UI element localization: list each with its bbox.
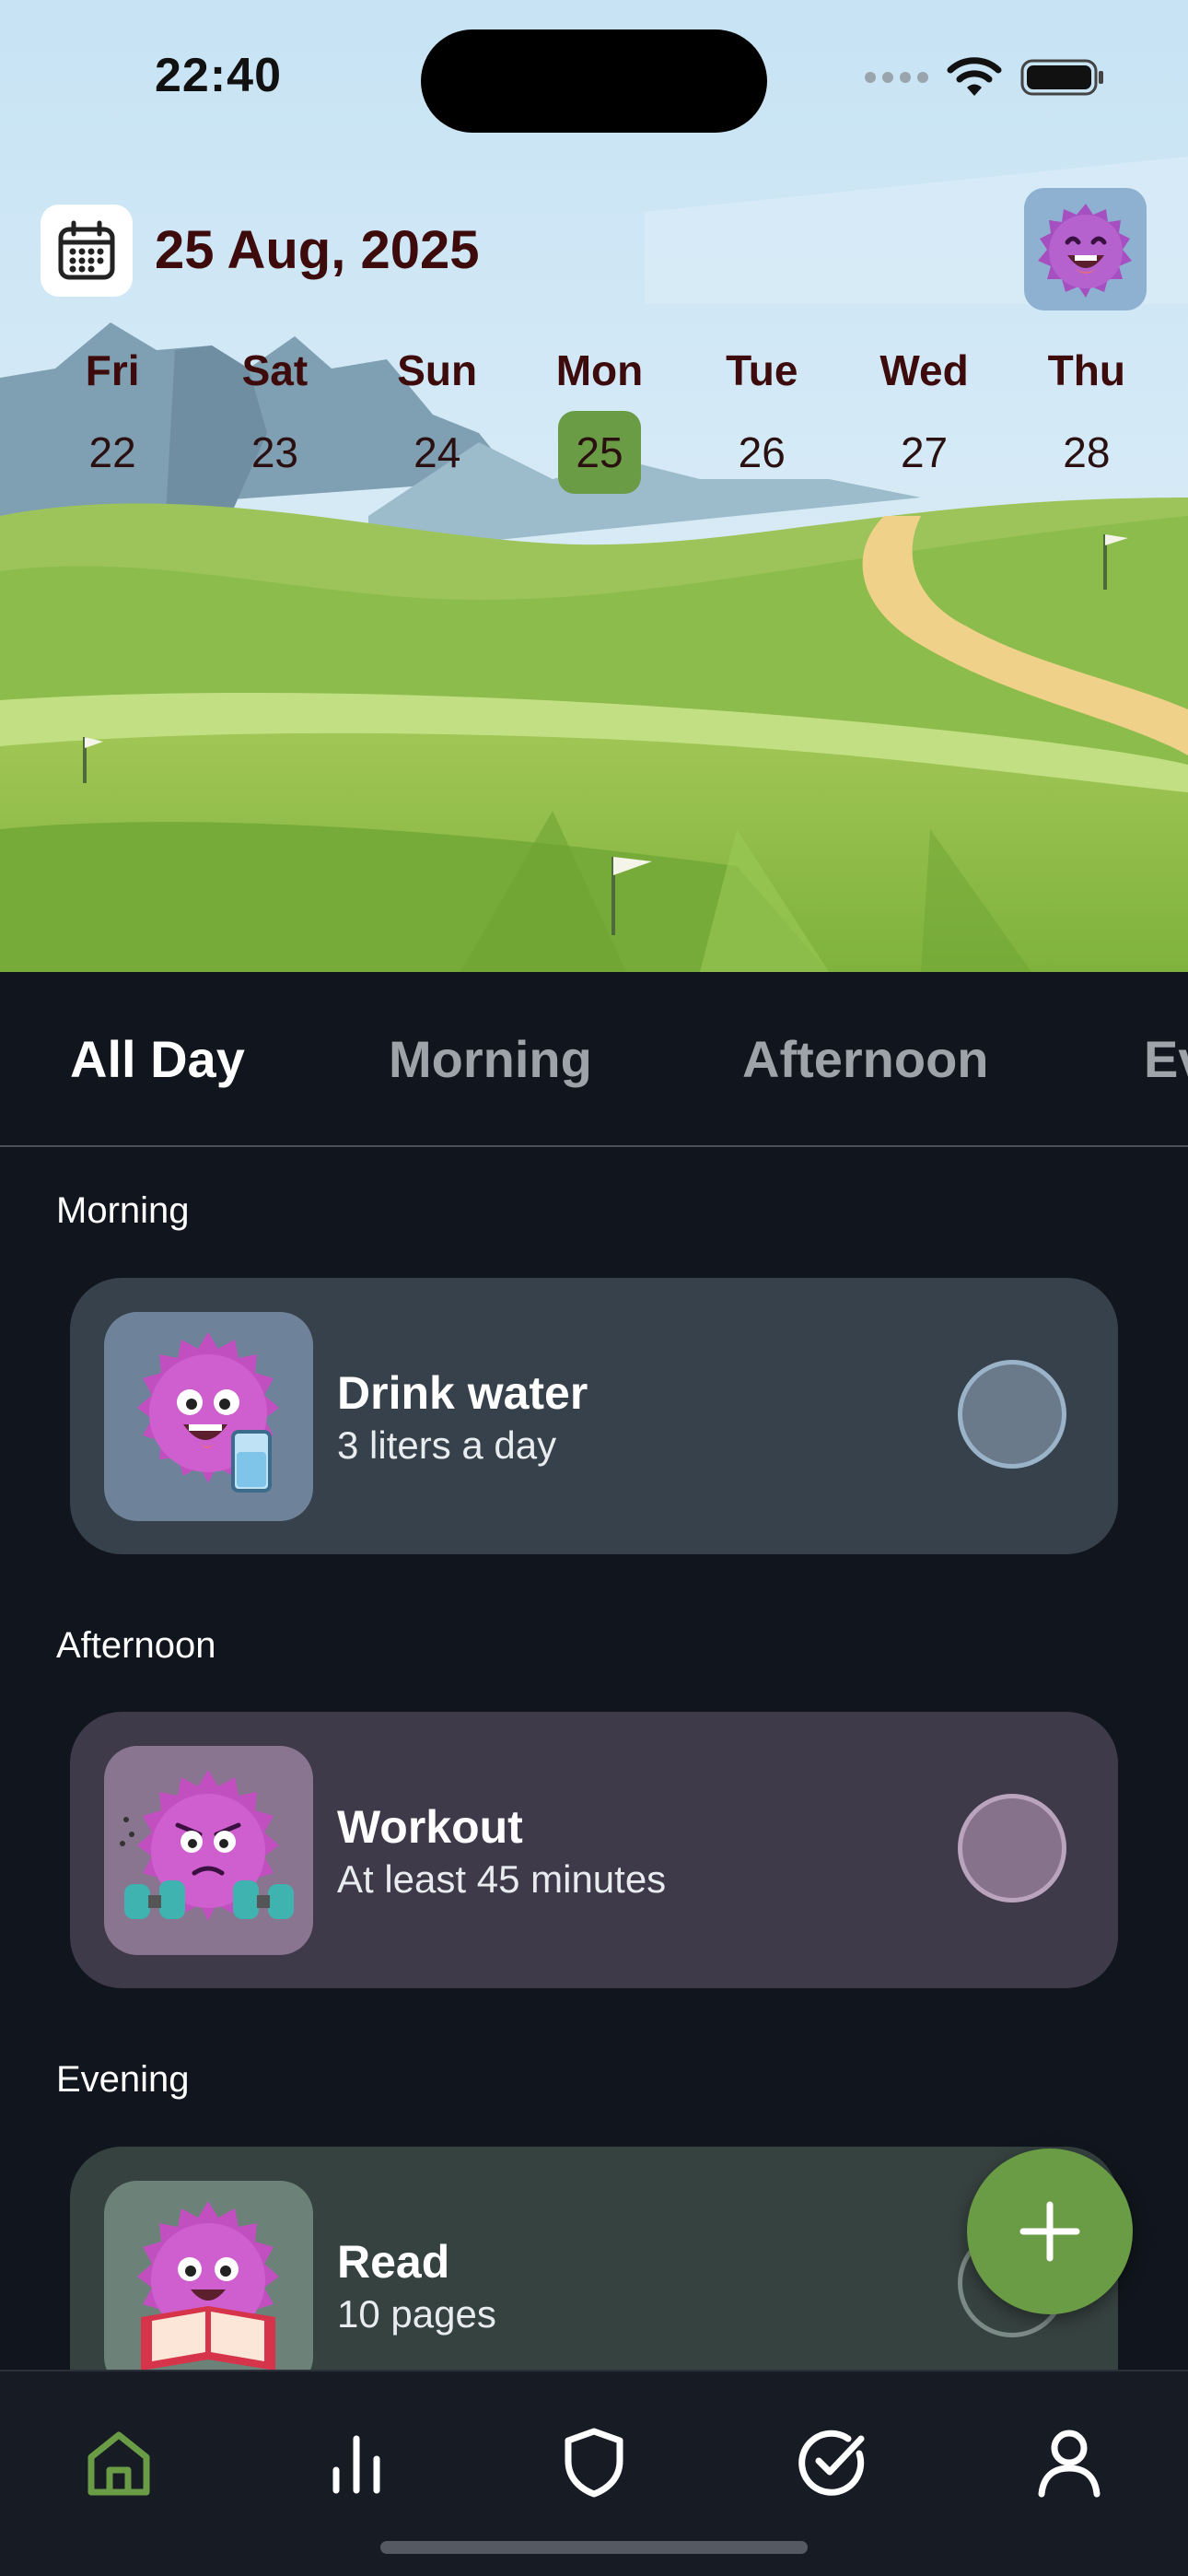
calendar-icon (58, 220, 115, 280)
day-number: 23 (250, 428, 298, 476)
section-title-afternoon: Afternoon (56, 1625, 216, 1666)
section-title-morning: Morning (56, 1190, 190, 1231)
nav-checks[interactable] (790, 2421, 873, 2504)
header-banner: 22:40 25 Aug, 2025 Fri 22 Sat 23 Sun 24 … (0, 0, 1188, 972)
day-number: 24 (413, 428, 461, 476)
home-icon (87, 2431, 150, 2496)
tab-afternoon[interactable]: Afternoon (742, 1029, 989, 1089)
time-of-day-tabs: All Day Morning Afternoon Evening (0, 972, 1188, 1147)
tab-all-day[interactable]: All Day (70, 1029, 245, 1089)
day-mon[interactable]: Mon 25 (518, 341, 681, 494)
monster-dumbbell-icon (104, 1746, 313, 1955)
habit-title: Workout (337, 1801, 523, 1853)
calendar-button[interactable] (41, 205, 133, 297)
day-number: 22 (88, 428, 136, 476)
day-number: 27 (900, 428, 949, 476)
tab-evening[interactable]: Evening (1144, 1029, 1188, 1089)
week-strip: Fri 22 Sat 23 Sun 24 Mon 25 Tue 26 Wed 2… (31, 341, 1168, 494)
day-wed[interactable]: Wed 27 (843, 341, 1005, 494)
habit-subtitle: At least 45 minutes (337, 1857, 667, 1901)
selected-day-number: 25 (557, 411, 641, 494)
habit-title: Read (337, 2236, 450, 2288)
section-title-evening: Evening (56, 2059, 190, 2100)
monster-book-icon (104, 2181, 313, 2390)
check-circle-icon (798, 2430, 865, 2496)
day-name: Tue (726, 346, 798, 394)
status-time: 22:40 (155, 49, 282, 102)
status-icons (865, 57, 1105, 98)
nav-profile[interactable] (1028, 2421, 1111, 2504)
plus-icon (1019, 2201, 1080, 2262)
nav-home[interactable] (77, 2421, 160, 2504)
habit-complete-toggle[interactable] (958, 1360, 1066, 1469)
nav-stats[interactable] (315, 2421, 398, 2504)
wifi-icon (947, 57, 1002, 96)
battery-icon (1020, 59, 1103, 96)
day-tue[interactable]: Tue 26 (681, 341, 843, 494)
habit-card-drink-water[interactable]: Drink water 3 liters a day (70, 1278, 1118, 1554)
bar-chart-icon (332, 2435, 380, 2494)
habit-complete-toggle[interactable] (958, 1794, 1066, 1903)
habit-title: Drink water (337, 1367, 588, 1419)
day-sun[interactable]: Sun 24 (356, 341, 518, 494)
day-thu[interactable]: Thu 28 (1006, 341, 1168, 494)
habit-card-workout[interactable]: Workout At least 45 minutes (70, 1712, 1118, 1988)
selected-date-title: 25 Aug, 2025 (155, 220, 480, 280)
home-indicator (380, 2541, 808, 2554)
day-number: 28 (1063, 428, 1111, 476)
shield-icon (565, 2428, 623, 2498)
day-number: 26 (738, 428, 786, 476)
nav-shield[interactable] (553, 2421, 635, 2504)
monster-water-icon (104, 1312, 313, 1521)
day-name: Thu (1047, 346, 1125, 394)
habit-subtitle: 3 liters a day (337, 1423, 557, 1467)
avatar-button[interactable] (1024, 188, 1147, 310)
habit-subtitle: 10 pages (337, 2292, 496, 2336)
add-habit-button[interactable] (967, 2149, 1133, 2314)
day-name: Sun (397, 346, 478, 394)
day-name: Sat (241, 346, 309, 394)
day-name: Mon (555, 346, 644, 394)
monster-avatar-icon (1037, 203, 1132, 298)
cellular-signal-icon (865, 72, 928, 83)
day-fri[interactable]: Fri 22 (31, 341, 193, 494)
day-name: Wed (879, 346, 969, 394)
day-name: Fri (85, 346, 140, 394)
tab-morning[interactable]: Morning (389, 1029, 592, 1089)
day-sat[interactable]: Sat 23 (193, 341, 355, 494)
person-icon (1038, 2430, 1101, 2498)
dynamic-island (421, 29, 767, 133)
